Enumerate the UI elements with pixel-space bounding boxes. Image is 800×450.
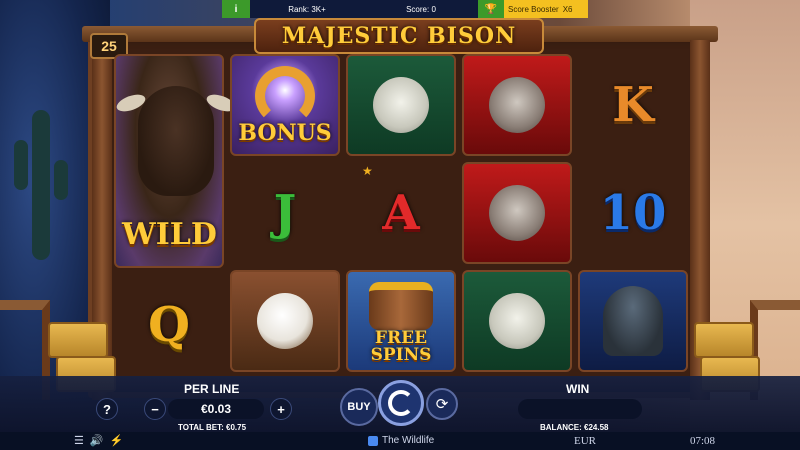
booster-multiplier: X6 (562, 4, 573, 14)
brand-logo-icon (368, 435, 378, 446)
autoplay-icon: ⟳ (435, 396, 449, 413)
score-booster-button[interactable]: Score Booster X6 (504, 0, 588, 18)
bonus-symbol: BONUS (230, 54, 340, 156)
autoplay-button[interactable]: ⟳ (426, 388, 458, 420)
letter-j: J (273, 185, 297, 241)
reel-1: WILD Q (114, 54, 238, 374)
eagle-icon (257, 293, 313, 349)
brand-name: The Wildlife (382, 435, 435, 446)
spin-button[interactable] (378, 380, 424, 426)
letter-10: 10 (599, 185, 667, 241)
symbol-q: Q (114, 276, 224, 374)
goat-symbol (462, 270, 572, 372)
free-spins-label: FREE SPINS (371, 330, 432, 364)
trophy-icon[interactable]: 🏆 (478, 0, 504, 18)
goat-pair-symbol (346, 54, 456, 156)
horseshoe-icon (255, 66, 315, 126)
cactus-icon (14, 110, 68, 260)
status-bar: ☰ 🔊 ⚡ The Wildlife EUR 07:08 (0, 432, 800, 450)
bison-icon (138, 86, 214, 196)
per-line-label: PER LINE (184, 382, 240, 396)
currency-text: EUR (574, 435, 596, 447)
bison-wild-symbol: WILD (114, 54, 238, 268)
reel-2: BONUS J (230, 54, 340, 372)
win-label: WIN (566, 382, 590, 396)
status-icons: ☰ 🔊 ⚡ (74, 434, 123, 447)
reel-5: K 10 (578, 54, 688, 372)
menu-icon[interactable]: ☰ (74, 434, 84, 447)
star-icon: ★ (362, 164, 373, 178)
total-bet-text: TOTAL BET: €0.75 (178, 423, 247, 432)
clock-text: 07:08 (690, 435, 716, 447)
wolf-pair-icon (489, 185, 545, 241)
reel-3: ★ A FREE SPINS (346, 54, 456, 372)
hay-bale (694, 322, 754, 358)
info-button[interactable]: i (222, 0, 250, 18)
spin-icon (388, 390, 414, 416)
game-title-plate: MAJESTIC BISON (254, 18, 544, 54)
help-button[interactable]: ? (96, 398, 118, 420)
sound-icon[interactable]: 🔊 (90, 434, 104, 447)
top-info-bar: i Rank: 3K+ Score: 0 🏆 Score Booster X6 (222, 0, 588, 18)
goat-icon (373, 77, 429, 133)
symbol-j: J (230, 162, 340, 264)
gold-barrel-icon (369, 282, 433, 330)
wild-label: WILD (122, 217, 217, 252)
hay-bale (48, 322, 108, 358)
turbo-icon[interactable]: ⚡ (110, 434, 124, 447)
rank-text: Rank: 3K+ (288, 4, 326, 14)
symbol-10: 10 (578, 162, 688, 264)
letter-q: Q (148, 297, 190, 353)
reel-grid[interactable]: WILD Q BONUS J ★ A FREE SPINS K 10 (112, 52, 690, 374)
wolf-pair-symbol (462, 162, 572, 264)
decrease-bet-button[interactable]: − (144, 398, 166, 420)
score-text: Score: 0 (406, 4, 436, 14)
letter-k: K (612, 77, 654, 133)
bonus-label: BONUS (238, 120, 332, 146)
wolf-icon (489, 77, 545, 133)
free-spins-symbol: FREE SPINS (346, 270, 456, 372)
buy-feature-button[interactable]: BUY (340, 388, 378, 426)
symbol-a: ★ A (346, 162, 456, 264)
reel-4 (462, 54, 572, 372)
increase-bet-button[interactable]: + (270, 398, 292, 420)
cobra-symbol (578, 270, 688, 372)
game-title: MAJESTIC BISON (281, 23, 517, 49)
goat-single-icon (489, 293, 545, 349)
wolf-symbol (462, 54, 572, 156)
cobra-icon (603, 286, 663, 356)
letter-a: A (382, 185, 420, 241)
score-booster-label: Score Booster (508, 4, 559, 14)
per-line-value: €0.03 (168, 399, 264, 419)
symbol-k: K (578, 54, 688, 156)
balance-text: BALANCE: €24.58 (540, 423, 609, 432)
spins-label: SPINS (370, 345, 432, 365)
provider-brand: The Wildlife (368, 435, 434, 446)
eagle-symbol (230, 270, 340, 372)
win-display (518, 399, 642, 419)
